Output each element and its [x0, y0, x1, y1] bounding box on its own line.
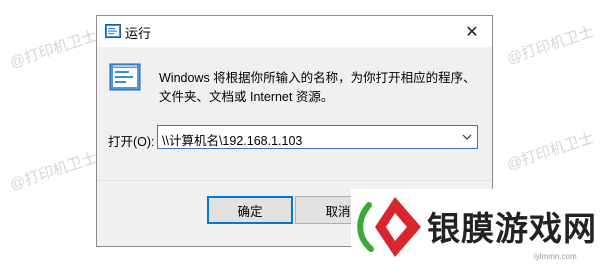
chevron-down-icon[interactable] [460, 128, 474, 146]
watermark-text: @打印机卫士 [7, 149, 99, 194]
close-icon: ✕ [465, 23, 479, 41]
run-app-icon [105, 24, 121, 38]
watermark-text: @打印机卫士 [504, 129, 596, 174]
open-label: 打开(O): [108, 135, 155, 149]
ok-button[interactable]: 确定 [207, 196, 293, 224]
watermark-text: @打印机卫士 [7, 27, 99, 72]
brand-logo: 银膜游戏网 iylmmn.com [351, 189, 600, 265]
brand-url: iylmmn.com [534, 252, 577, 261]
close-button[interactable]: ✕ [452, 16, 492, 47]
dialog-description: Windows 将根据你所输入的名称，为你打开相应的程序、文件夹、文档或 Int… [159, 71, 476, 104]
title-bar[interactable]: 运行 ✕ [97, 16, 492, 47]
dialog-title: 运行 [125, 26, 152, 41]
brand-logo-icon [357, 197, 421, 257]
run-program-icon [109, 63, 141, 91]
open-combobox[interactable]: \\计算机名\192.168.1.103 [157, 125, 478, 149]
open-input-value[interactable]: \\计算机名\192.168.1.103 [162, 130, 302, 149]
brand-name: 银膜游戏网 [427, 209, 597, 248]
watermark-text: @打印机卫士 [504, 23, 596, 68]
